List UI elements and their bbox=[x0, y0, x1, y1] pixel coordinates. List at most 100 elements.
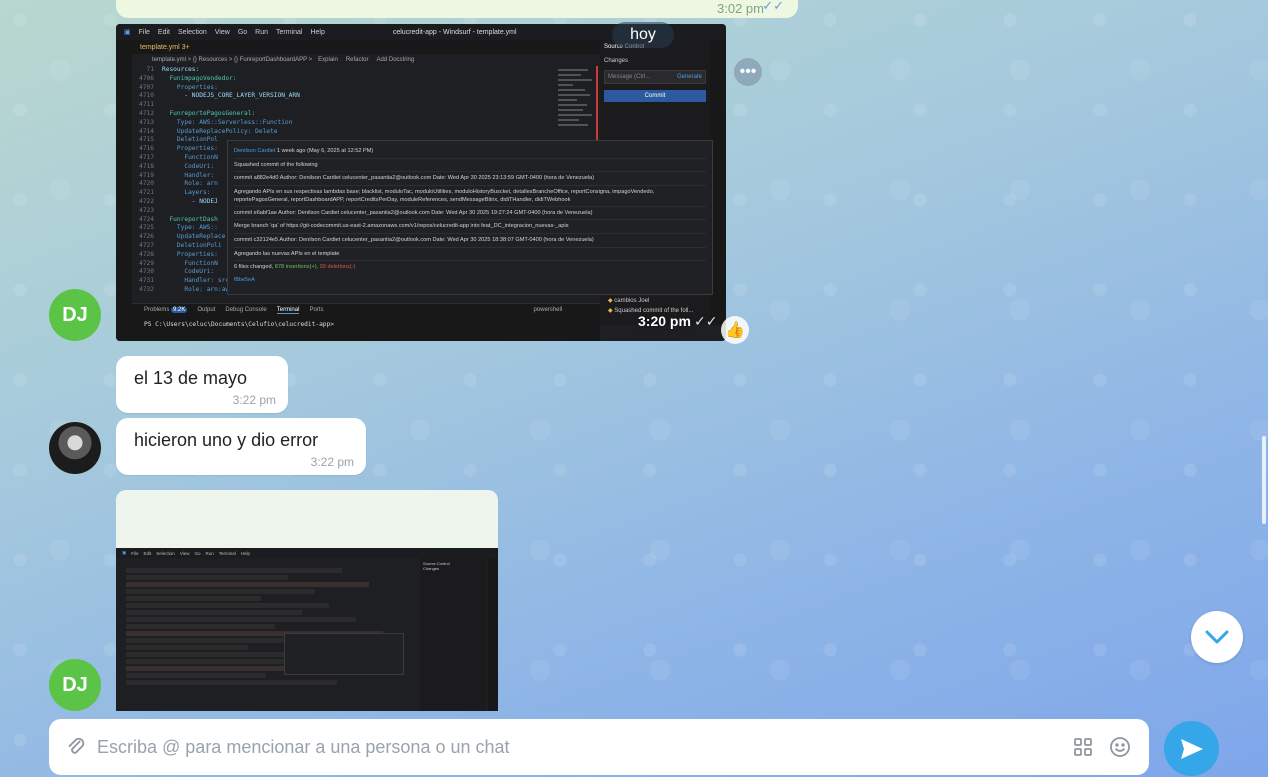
git-blame-hover: Denilson Cardiet 1 week ago (May 6, 2025… bbox=[227, 140, 713, 295]
line-number: 4716 bbox=[139, 145, 154, 153]
hover-line: commit c32124e5 Author: Denilson Cardiet… bbox=[234, 234, 706, 248]
code-line: 4707 Properties: bbox=[132, 84, 602, 93]
avatar-photo[interactable] bbox=[49, 422, 101, 474]
changes-label: Changes bbox=[604, 58, 629, 64]
line-number: 4712 bbox=[139, 109, 154, 117]
message-time: 3:22 pm bbox=[310, 455, 354, 469]
line-number: 4727 bbox=[139, 241, 154, 249]
code-text: - NODEJS_CORE_LAYER_VERSION_ARN bbox=[162, 92, 300, 100]
code-line: 4710 - NODEJS_CORE_LAYER_VERSION_ARN bbox=[132, 92, 602, 101]
code-text: Handler: bbox=[162, 171, 215, 179]
avatar[interactable]: DJ bbox=[49, 659, 101, 711]
paperclip-icon[interactable] bbox=[65, 736, 87, 763]
send-button[interactable] bbox=[1164, 721, 1219, 776]
line-number: 4731 bbox=[139, 277, 154, 285]
code-line: 4713 Type: AWS::Serverless::Function bbox=[132, 119, 602, 128]
editor-tab: template.yml 3+ bbox=[140, 43, 190, 51]
hover-meta: 1 week ago (May 6, 2025 at 12:52 PM) bbox=[276, 148, 374, 154]
line-number: 71 bbox=[146, 66, 154, 73]
vscode-titlebar: ▣ File Edit Selection View Go Run Termin… bbox=[116, 548, 498, 558]
line-number: 4715 bbox=[139, 136, 154, 144]
bottom-panel: Problems 9.2K Output Debug Console Termi… bbox=[132, 303, 600, 341]
code-text: FunreportDash bbox=[162, 215, 218, 223]
apps-grid-icon[interactable] bbox=[1073, 737, 1093, 762]
menu-item: File bbox=[138, 28, 150, 36]
activity-bar-thumbnail bbox=[488, 558, 498, 711]
hover-summary: 6 files changed, bbox=[234, 264, 274, 271]
code-text: - NODEJ bbox=[162, 197, 218, 205]
code-text: CodeUri: bbox=[162, 268, 215, 276]
message-input[interactable] bbox=[97, 731, 997, 763]
problems-count-badge: 9.2K bbox=[171, 307, 188, 313]
code-text: FunctionN bbox=[162, 153, 218, 161]
line-number: 4720 bbox=[139, 180, 154, 188]
hover-line: commit e6abf1ae Author: Denilson Cardiet… bbox=[234, 207, 706, 221]
code-text: Properties: bbox=[162, 83, 218, 91]
line-number: 4728 bbox=[139, 250, 154, 258]
chat-scrollbar[interactable] bbox=[1262, 436, 1266, 524]
line-number: 4714 bbox=[139, 127, 154, 135]
screenshot-image-message[interactable]: ▣ File Edit Selection View Go Run Termin… bbox=[116, 490, 498, 711]
line-number: 4732 bbox=[139, 285, 154, 293]
code-text: Type: AWS:: bbox=[162, 224, 218, 232]
hover-line: Squashed commit of the following bbox=[234, 159, 706, 173]
hover-author: Denilson Cardiet bbox=[234, 148, 276, 154]
line-number: 4729 bbox=[139, 259, 154, 267]
message-composer bbox=[49, 719, 1149, 775]
menu-item: Selection bbox=[177, 28, 207, 36]
code-text: DeletionPoli bbox=[162, 241, 222, 249]
emoji-icon[interactable] bbox=[1109, 736, 1131, 763]
message-bubble[interactable]: el 13 de mayo 3:22 pm bbox=[116, 356, 288, 413]
line-number: 4721 bbox=[139, 189, 154, 197]
chevron-down-icon bbox=[1205, 630, 1229, 644]
hover-hash: f8be5eA bbox=[234, 276, 255, 283]
avatar[interactable]: DJ bbox=[49, 289, 101, 341]
code-text: Type: AWS::Serverless::Function bbox=[162, 118, 293, 126]
terminal-shell: powershell bbox=[533, 307, 563, 313]
line-number: 4725 bbox=[139, 224, 154, 232]
menu-item: Help bbox=[310, 28, 325, 36]
vscode-activity-bar bbox=[116, 40, 132, 341]
hover-line: commit a882e4d0 Author: Denilson Cardiet… bbox=[234, 172, 706, 186]
code-line: 4706 FunimpagoVendedor: bbox=[132, 75, 602, 84]
line-number: 4717 bbox=[139, 153, 154, 161]
more-dots-icon[interactable]: ••• bbox=[734, 58, 762, 86]
code-text: Layers: bbox=[162, 189, 211, 197]
code-text: FunreportePagosGeneral: bbox=[162, 109, 256, 117]
breadcrumb-path: template.yml > {} Resources > {} Funrepo… bbox=[152, 57, 313, 63]
menu-item: Edit bbox=[157, 28, 170, 36]
line-number: 4723 bbox=[139, 206, 154, 214]
previous-message-bubble[interactable]: 3:02 pm ✓✓ bbox=[116, 0, 798, 18]
hover-line: Merge branch 'qa' of https://git-codecom… bbox=[234, 220, 706, 234]
code-line: 4711 bbox=[132, 101, 602, 110]
menu-item: Terminal bbox=[276, 28, 303, 36]
panel-tab: Problems 9.2K bbox=[144, 307, 188, 313]
line-number: 4710 bbox=[139, 92, 154, 100]
source-control-thumbnail: Source Control Changes bbox=[420, 558, 486, 711]
message-time: 3:02 pm bbox=[717, 1, 764, 16]
scroll-down-button[interactable] bbox=[1191, 611, 1243, 663]
line-number: 4730 bbox=[139, 268, 154, 276]
breadcrumb-action: Refactor bbox=[345, 57, 369, 63]
screenshot-image-message[interactable]: ▣ File Edit Selection View Go Run Termin… bbox=[116, 24, 726, 341]
code-text: Properties: bbox=[162, 250, 218, 258]
menu-item: Help bbox=[240, 550, 251, 556]
message-text: hicieron uno y dio error bbox=[134, 430, 319, 450]
thumbs-up-icon[interactable]: 👍 bbox=[721, 316, 749, 344]
code-line: 4714 UpdateReplacePolicy: Delete bbox=[132, 128, 602, 137]
message-time: 3:22 pm bbox=[232, 393, 276, 407]
code-text: UpdateReplace bbox=[162, 233, 226, 241]
date-separator-pill: hoy bbox=[612, 22, 674, 48]
line-number: 4711 bbox=[139, 101, 154, 109]
read-checks-icon: ✓✓ bbox=[762, 0, 784, 13]
graph-item: cambios Joel bbox=[614, 298, 650, 304]
line-number: 4718 bbox=[139, 162, 154, 170]
commit-message-input: Message (Ctrl... Generate bbox=[604, 70, 706, 84]
code-text: DeletionPol bbox=[162, 136, 218, 144]
code-text: CodeUri: bbox=[162, 162, 215, 170]
hover-deletions: 93 deletions(-) bbox=[319, 264, 356, 271]
message-bubble[interactable]: hicieron uno y dio error 3:22 pm bbox=[116, 418, 366, 475]
panel-tab: Terminal bbox=[276, 307, 300, 314]
panel-tab: Debug Console bbox=[225, 307, 267, 313]
terminal-line: PS C:\Users\celuc\Documents\Celufio\celu… bbox=[144, 321, 334, 328]
